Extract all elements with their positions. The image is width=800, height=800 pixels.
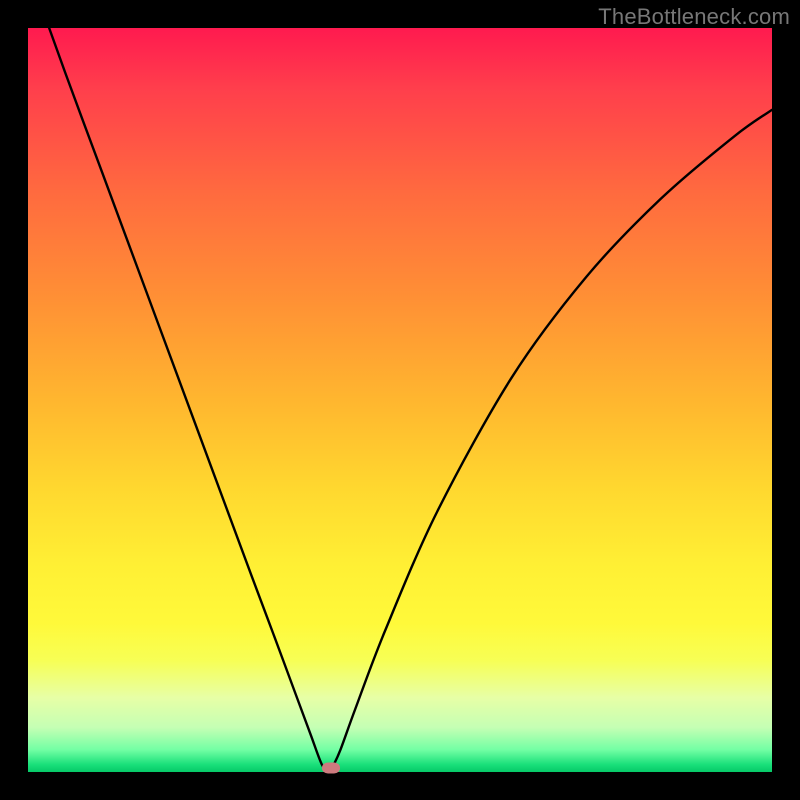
watermark-text: TheBottleneck.com [598, 4, 790, 30]
chart-frame: TheBottleneck.com [0, 0, 800, 800]
optimal-marker [322, 762, 340, 773]
curve-layer [28, 28, 772, 772]
plot-area [28, 28, 772, 772]
bottleneck-curve [28, 28, 772, 772]
